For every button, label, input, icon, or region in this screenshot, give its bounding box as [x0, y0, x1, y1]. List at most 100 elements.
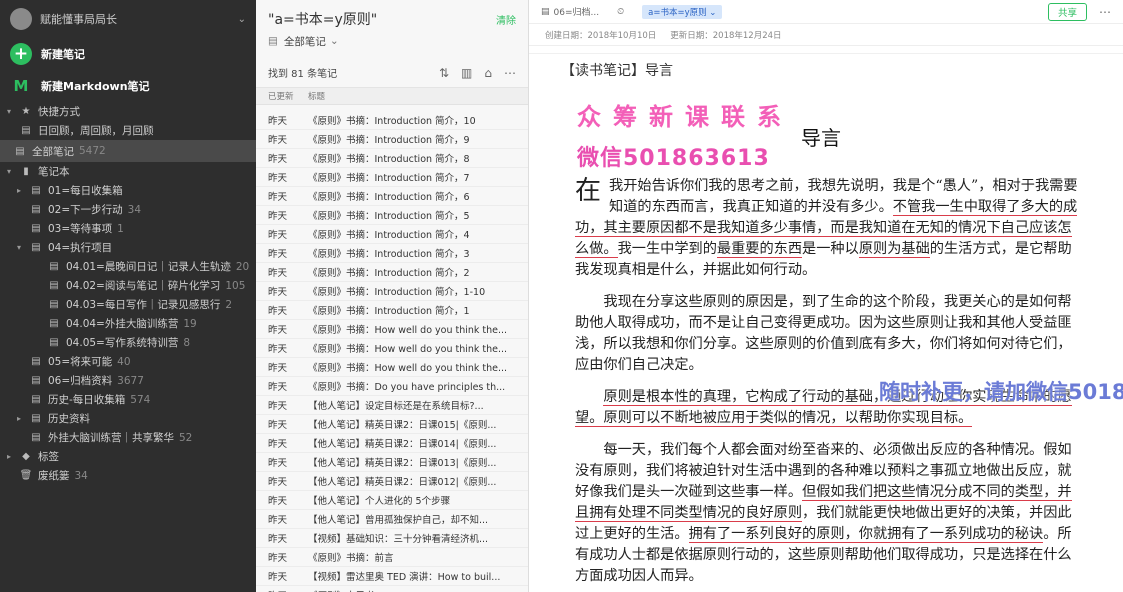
list-item[interactable]: 昨天 《原则》书摘：Introduction 简介，6	[256, 187, 528, 206]
col-title[interactable]: 标题	[308, 90, 325, 102]
sidebar-notebook-item[interactable]: ▤ 04.03=每日写作｜记录见感思行 2	[0, 295, 256, 314]
list-item[interactable]: 昨天 《原则》书摘：Introduction 简介，2	[256, 263, 528, 282]
account-switcher[interactable]: 赋能懂事局局长 ⌄	[0, 0, 256, 38]
note-notebook[interactable]: 06=归档...	[554, 5, 600, 18]
tags-label: 标签	[38, 451, 59, 463]
sidebar-item-count: 34	[127, 203, 142, 216]
list-item[interactable]: 昨天 【他人笔记】精英日课2：日课012|《原则...	[256, 472, 528, 491]
sidebar-notebook-item[interactable]: ▤ 04.02=阅读与笔记｜碎片化学习 105	[0, 276, 256, 295]
sidebar-notebook-item[interactable]: ▤ 04.01=晨晚间日记｜记录人生轨迹 20	[0, 257, 256, 276]
sidebar-notebook-item[interactable]: ▸ ▤ 历史资料	[0, 409, 256, 428]
sidebar-notebook-item[interactable]: ▤ 05=将来可能 40	[0, 352, 256, 371]
note-date: 昨天	[268, 553, 288, 564]
shortcut-item[interactable]: ▤ 日回顾，周回顾，月回顾	[0, 121, 256, 140]
note-date: 昨天	[268, 439, 288, 450]
caret-right-icon: ▸	[6, 452, 11, 461]
note-title[interactable]: 【读书笔记】导言	[561, 60, 673, 80]
note-date: 昨天	[268, 154, 288, 165]
sidebar-notebook-item[interactable]: ▤ 02=下一步行动 34	[0, 200, 256, 219]
star-icon: ★	[21, 106, 31, 117]
notebook-icon: ▤	[31, 223, 41, 234]
sidebar-item-label: 02=下一步行动	[48, 204, 123, 216]
list-item[interactable]: 昨天 《原则》书摘：Introduction 简介，9	[256, 130, 528, 149]
note-date: 昨天	[268, 572, 288, 583]
note-rows: 昨天 《原则》书摘：Introduction 简介，10 昨天 《原则》书摘：Intr…	[256, 111, 528, 592]
notebook-icon: ▤	[31, 413, 41, 424]
note-title: 《原则》书摘：Introduction 简介，6	[308, 192, 470, 203]
sidebar-notebook-item[interactable]: ▤ 03=等待事项 1	[0, 219, 256, 238]
list-item[interactable]: 昨天 《原则》书摘：Introduction 简介，5	[256, 206, 528, 225]
list-item[interactable]: 昨天 【他人笔记】精英日课2：日课013|《原则...	[256, 453, 528, 472]
list-item[interactable]: 昨天 《原则》书摘：Introduction 简介，10	[256, 111, 528, 130]
note-date: 昨天	[268, 534, 288, 545]
save-search-icon[interactable]: ⌂	[484, 66, 492, 80]
list-item[interactable]: 昨天 【视频】雷达里奥 TED 演讲：How to buil...	[256, 567, 528, 586]
trash-item[interactable]: 🗑 废纸篓 34	[0, 466, 256, 485]
sidebar-notebook-item[interactable]: ▤ 04.04=外挂大脑训练营 19	[0, 314, 256, 333]
sidebar-notebook-item[interactable]: ▤ 06=归档资料 3677	[0, 371, 256, 390]
list-item[interactable]: 昨天 《原则》书摘：Introduction 简介，1-10	[256, 282, 528, 301]
trash-label: 废纸篓	[38, 470, 70, 482]
notebook-filter[interactable]: ▤ 全部笔记 ⌄	[256, 30, 528, 52]
list-item[interactable]: 昨天 《原则》书摘：Introduction 简介，7	[256, 168, 528, 187]
caret-down-icon: ▾	[6, 167, 11, 176]
reminder-icon[interactable]: ⏲	[617, 7, 624, 17]
caret-down-icon[interactable]: ▾	[14, 243, 24, 252]
list-item[interactable]: 昨天 《原则》书摘：Introduction 简介，8	[256, 149, 528, 168]
new-markdown-note-button[interactable]: M 新建Markdown笔记	[0, 70, 256, 102]
sidebar-notebook-item[interactable]: ▾ ▤ 04=执行项目	[0, 238, 256, 257]
sidebar-notebook-item[interactable]: ▤ 04.05=写作系统特训营 8	[0, 333, 256, 352]
list-item[interactable]: 昨天 《原则》书摘：Introduction 简介，3	[256, 244, 528, 263]
list-item[interactable]: 昨天 《原则》书摘：How well do you think the...	[256, 320, 528, 339]
sidebar-item-label: 历史-每日收集箱	[48, 394, 126, 406]
list-item[interactable]: 昨天 【他人笔记】曾用孤独保护自己，却不知...	[256, 510, 528, 529]
shortcuts-header[interactable]: ▾ ★ 快捷方式	[0, 102, 256, 121]
sort-icon[interactable]: ⇅	[439, 66, 449, 80]
new-note-label: 新建笔记	[41, 48, 85, 61]
list-item[interactable]: 昨天 【视频】基础知识：三十分钟看清经济机...	[256, 529, 528, 548]
share-button[interactable]: 共享	[1047, 2, 1087, 21]
sidebar-notebook-item[interactable]: ▤ 历史-每日收集箱 574	[0, 390, 256, 409]
sidebar-notebook-item[interactable]: ▸ ▤ 01=每日收集箱	[0, 181, 256, 200]
shortcut-item-label: 日回顾，周回顾，月回顾	[38, 125, 154, 137]
note-date: 昨天	[268, 192, 288, 203]
list-item[interactable]: 昨天 《原则》书摘：How well do you think the...	[256, 339, 528, 358]
new-note-button[interactable]: + 新建笔记	[0, 38, 256, 70]
sidebar-notebook-item[interactable]: ▤ 外挂大脑训练营｜共享繁华 52	[0, 428, 256, 447]
clear-search-button[interactable]: 清除	[496, 12, 516, 27]
sidebar-item-count: 19	[183, 317, 197, 330]
caret-right-icon[interactable]: ▸	[14, 186, 24, 195]
tag-chip[interactable]: a=书本=y原则 ⌄	[642, 4, 723, 19]
notes-icon: ▤	[15, 145, 25, 157]
list-item[interactable]: 昨天 《原则》书摘：Introduction 简介，4	[256, 225, 528, 244]
list-item[interactable]: 昨天 《原则》书摘：前言	[256, 548, 528, 567]
all-notes-item[interactable]: ▤ 全部笔记 5472	[0, 140, 256, 162]
list-item[interactable]: 昨天 《原则》书摘：Introduction 简介，1	[256, 301, 528, 320]
search-query[interactable]: "a=书本=y原则"	[268, 9, 377, 29]
result-count: 找到 81 条笔记	[268, 69, 338, 80]
list-item[interactable]: 昨天 《原则》书摘：Do you have principles th...	[256, 377, 528, 396]
more-options-icon[interactable]: ⋯	[504, 66, 516, 80]
notebooks-header[interactable]: ▾ ▮ 笔记本	[0, 162, 256, 181]
list-item[interactable]: 昨天 【他人笔记】个人进化的 5个步骤	[256, 491, 528, 510]
note-title: 【他人笔记】精英日课2：日课012|《原则...	[308, 477, 497, 488]
note-title: 《原则》书摘：Do you have principles th...	[308, 382, 506, 393]
note-title: 《原则》书摘：Introduction 简介，10	[308, 116, 476, 127]
more-options-icon[interactable]: ⋯	[1099, 5, 1111, 19]
note-title: 《原则》书摘：Introduction 简介，8	[308, 154, 470, 165]
note-date: 昨天	[268, 230, 288, 241]
col-updated[interactable]: 已更新	[256, 90, 308, 102]
list-item[interactable]: 昨天《原则》电子书 - PDF	[256, 586, 528, 592]
list-item[interactable]: 昨天 【他人笔记】精英日课2：日课015|《原则...	[256, 415, 528, 434]
notebook-icon: ▤	[49, 280, 59, 291]
caret-right-icon[interactable]: ▸	[14, 414, 24, 423]
shortcuts-label: 快捷方式	[38, 106, 80, 118]
format-toolbar[interactable]	[529, 46, 1123, 54]
notebook-icon: ▤	[268, 35, 278, 47]
tags-item[interactable]: ▸ ◆ 标签	[0, 447, 256, 466]
list-item[interactable]: 昨天 【他人笔记】设定目标还是在系统目标?...	[256, 396, 528, 415]
view-toggle-icon[interactable]: ▥	[461, 66, 472, 80]
list-item[interactable]: 昨天 《原则》书摘：How well do you think the...	[256, 358, 528, 377]
chevron-down-icon: ⌄	[329, 35, 339, 47]
list-item[interactable]: 昨天 【他人笔记】精英日课2：日课014|《原则...	[256, 434, 528, 453]
